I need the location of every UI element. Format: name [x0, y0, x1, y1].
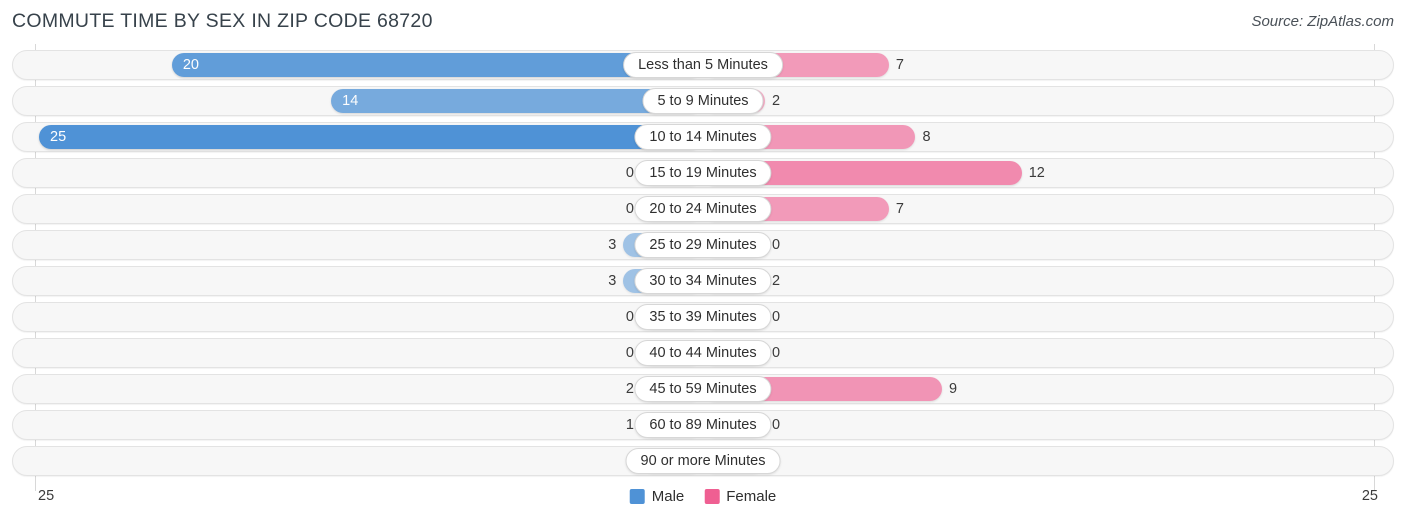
- chart-row[interactable]: 0 7 20 to 24 Minutes: [12, 194, 1394, 224]
- female-bar-track: 0: [703, 231, 1393, 259]
- chart-legend: Male Female: [629, 488, 776, 505]
- female-value-label: 0: [772, 237, 781, 253]
- female-value-label: 0: [772, 345, 781, 361]
- male-value-label: 20: [182, 57, 199, 73]
- male-bar-track: 0: [13, 339, 703, 367]
- female-value-label: 8: [922, 129, 931, 145]
- male-bar-track: 0: [13, 195, 703, 223]
- chart-row[interactable]: 0 0 40 to 44 Minutes: [12, 338, 1394, 368]
- female-bar-track: 12: [703, 159, 1393, 187]
- male-value-label: 0: [625, 165, 634, 181]
- female-color-swatch: [704, 489, 720, 504]
- male-bar-track: 1: [13, 411, 703, 439]
- chart-rows: 20 7 Less than 5 Minutes 14 2 5 to 9 Minutes 2…: [0, 44, 1406, 476]
- male-value-label: 1: [625, 417, 634, 433]
- page-title: COMMUTE TIME BY SEX IN ZIP CODE 68720: [12, 10, 433, 32]
- male-bar-track: 25: [13, 123, 703, 151]
- male-value-label: 2: [625, 381, 634, 397]
- category-label: 20 to 24 Minutes: [634, 196, 772, 222]
- category-label: 40 to 44 Minutes: [634, 340, 772, 366]
- legend-label-male: Male: [651, 488, 685, 505]
- male-value-label: 3: [608, 237, 617, 253]
- female-bar-track: 0: [703, 411, 1393, 439]
- female-bar-track: 7: [703, 51, 1393, 79]
- chart-row[interactable]: 3 0 25 to 29 Minutes: [12, 230, 1394, 260]
- chart-source-attribution: Source: ZipAtlas.com: [1251, 13, 1394, 30]
- chart-row[interactable]: 1 0 60 to 89 Minutes: [12, 410, 1394, 440]
- female-value-label: 0: [772, 309, 781, 325]
- chart-row[interactable]: 0090 or more Minutes: [12, 446, 1394, 476]
- female-value-label: 2: [772, 93, 781, 109]
- chart-row[interactable]: 0 0 35 to 39 Minutes: [12, 302, 1394, 332]
- female-value-label: 7: [895, 201, 904, 217]
- male-bar-track: 0: [13, 303, 703, 331]
- female-bar-track: 7: [703, 195, 1393, 223]
- male-bar-track: 3: [13, 267, 703, 295]
- chart-plot-area: 20 7 Less than 5 Minutes 14 2 5 to 9 Minutes 2…: [0, 44, 1406, 491]
- female-bar-track: 0: [703, 447, 1393, 475]
- male-value-label: 14: [342, 93, 359, 109]
- male-bar-track: 0: [13, 159, 703, 187]
- female-bar-track: 0: [703, 339, 1393, 367]
- female-value-label: 2: [772, 273, 781, 289]
- category-label: 10 to 14 Minutes: [634, 124, 772, 150]
- male-value-label: 25: [50, 129, 67, 145]
- category-label: 35 to 39 Minutes: [634, 304, 772, 330]
- male-bar-track: 14: [13, 87, 703, 115]
- female-value-label: 0: [772, 417, 781, 433]
- chart-footer: 25 Male Female 25: [0, 484, 1406, 523]
- chart-row[interactable]: 2 9 45 to 59 Minutes: [12, 374, 1394, 404]
- legend-item-male[interactable]: Male: [629, 488, 685, 505]
- legend-item-female[interactable]: Female: [704, 488, 776, 505]
- category-label: 45 to 59 Minutes: [634, 376, 772, 402]
- chart-row[interactable]: 20 7 Less than 5 Minutes: [12, 50, 1394, 80]
- female-bar-track: 2: [703, 267, 1393, 295]
- male-bar-track: 0: [13, 447, 703, 475]
- category-label: 90 or more Minutes: [625, 448, 781, 474]
- commute-time-chart: COMMUTE TIME BY SEX IN ZIP CODE 68720 So…: [0, 0, 1406, 523]
- male-bar-track: 2: [13, 375, 703, 403]
- legend-label-female: Female: [726, 488, 777, 505]
- female-value-label: 9: [949, 381, 958, 397]
- male-value-label: 0: [625, 345, 634, 361]
- category-label: 15 to 19 Minutes: [634, 160, 772, 186]
- male-value-label: 0: [625, 309, 634, 325]
- female-value-label: 12: [1028, 165, 1045, 181]
- category-label: 30 to 34 Minutes: [634, 268, 772, 294]
- male-color-swatch: [629, 489, 645, 504]
- chart-header: COMMUTE TIME BY SEX IN ZIP CODE 68720 So…: [0, 0, 1406, 44]
- male-value-label: 3: [608, 273, 617, 289]
- category-label: 60 to 89 Minutes: [634, 412, 772, 438]
- female-bar-track: 2: [703, 87, 1393, 115]
- axis-label-right-max: 25: [1361, 488, 1378, 504]
- female-value-label: 7: [895, 57, 904, 73]
- category-label: 25 to 29 Minutes: [634, 232, 772, 258]
- category-label: 5 to 9 Minutes: [642, 88, 764, 114]
- female-bar-track: 0: [703, 303, 1393, 331]
- axis-label-left-max: 25: [38, 488, 55, 504]
- chart-row[interactable]: 14 2 5 to 9 Minutes: [12, 86, 1394, 116]
- female-bar-track: 8: [703, 123, 1393, 151]
- category-label: Less than 5 Minutes: [623, 52, 783, 78]
- male-bar-track: 20: [13, 51, 703, 79]
- chart-row[interactable]: 3 2 30 to 34 Minutes: [12, 266, 1394, 296]
- male-bar-track: 3: [13, 231, 703, 259]
- male-value-label: 0: [625, 201, 634, 217]
- male-bar[interactable]: 25: [39, 125, 703, 149]
- chart-row[interactable]: 25 8 10 to 14 Minutes: [12, 122, 1394, 152]
- chart-row[interactable]: 0 12 15 to 19 Minutes: [12, 158, 1394, 188]
- female-bar-track: 9: [703, 375, 1393, 403]
